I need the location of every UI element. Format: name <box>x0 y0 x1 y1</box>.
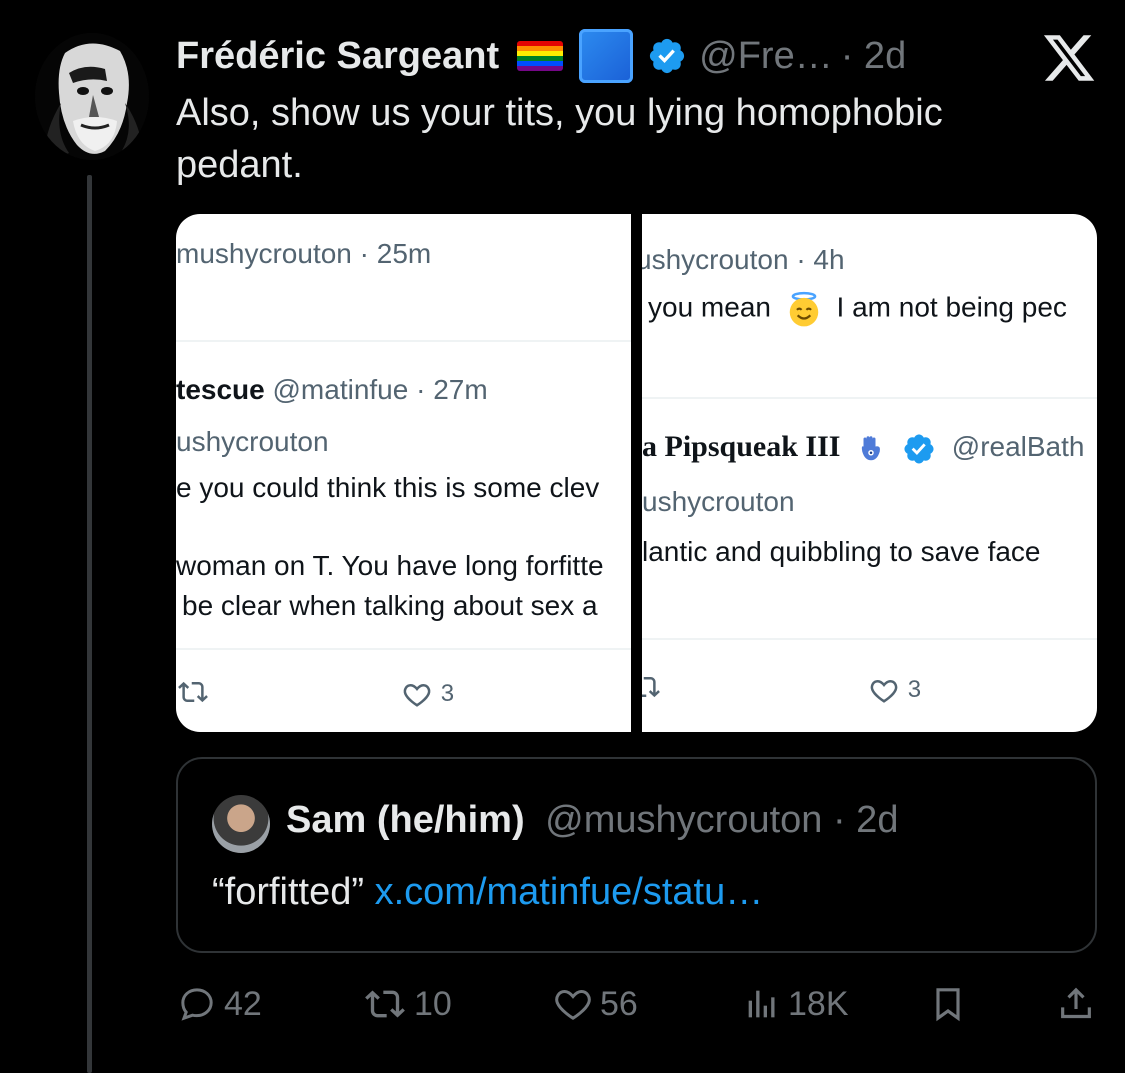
retweet-icon <box>178 681 208 703</box>
screenshot-right: ushycrouton · 4h you mean I am not being… <box>642 214 1097 732</box>
image-divider <box>631 214 642 732</box>
screenshot-left: mushycrouton · 25m tescue @matinfue · 27… <box>176 214 631 732</box>
repost-count: 10 <box>414 984 452 1023</box>
x-logo-icon[interactable] <box>1040 30 1098 86</box>
hamsa-emoji-icon <box>862 435 881 460</box>
share-icon <box>1061 987 1091 1019</box>
divider <box>642 397 1097 399</box>
divider <box>176 648 631 650</box>
author-handle[interactable]: @Fre… <box>699 35 833 78</box>
heart-icon <box>403 683 431 707</box>
quoted-author-handle[interactable]: @mushycrouton · 2d <box>545 799 898 841</box>
tweet-text: Also, show us your tits, you lying homop… <box>176 92 943 186</box>
left-line-2: woman on T. You have long forfitte <box>176 550 604 581</box>
like-button[interactable]: 56 <box>552 980 638 1028</box>
left-reply-to: ushycrouton <box>176 426 329 457</box>
left-reply-header: tescue @matinfue · 27m <box>176 374 488 405</box>
right-top-meta: ushycrouton · 4h <box>642 244 845 275</box>
right-reply-to: ushycrouton <box>642 486 795 517</box>
quoted-author-avatar[interactable] <box>212 795 270 853</box>
repost-icon <box>365 990 405 1018</box>
author-avatar[interactable] <box>35 33 149 160</box>
quoted-tweet[interactable]: Sam (he/him) @mushycrouton · 2d “forfitt… <box>176 757 1097 953</box>
portrait-image <box>35 33 149 160</box>
divider <box>642 638 1097 640</box>
right-like: 3 <box>868 672 921 705</box>
left-like: 3 <box>401 676 454 709</box>
verified-badge-icon[interactable] <box>647 36 687 76</box>
right-line-1: lantic and quibbling to save face <box>642 536 1041 567</box>
bookmark-button[interactable] <box>928 980 968 1028</box>
like-count: 56 <box>600 984 638 1023</box>
tweet-time[interactable]: · 2d <box>841 35 906 78</box>
author-name[interactable]: Frédéric Sargeant <box>176 35 499 78</box>
repost-button[interactable]: 10 <box>362 980 452 1028</box>
reply-count: 42 <box>224 984 262 1023</box>
verified-badge-icon <box>904 434 934 464</box>
quoted-tweet-link[interactable]: x.com/matinfue/statu… <box>375 871 764 913</box>
left-top-meta: mushycrouton · 25m <box>176 238 432 269</box>
quoted-author-name[interactable]: Sam (he/him) <box>286 799 525 841</box>
quoted-tweet-header: Sam (he/him) @mushycrouton · 2d <box>286 799 898 842</box>
heart-icon <box>870 679 898 703</box>
tweet-header: Frédéric Sargeant @Fre… · 2d <box>176 29 906 83</box>
thread-line <box>87 175 92 1073</box>
blue-square-icon <box>579 29 634 83</box>
share-button[interactable] <box>1056 980 1096 1028</box>
right-line-top: you mean I am not being pec <box>648 290 1067 328</box>
reply-icon <box>181 988 213 1021</box>
heart-icon <box>555 989 591 1020</box>
bookmark-icon <box>936 988 960 1022</box>
retweet-icon <box>642 677 660 698</box>
media-image[interactable]: mushycrouton · 25m tescue @matinfue · 27… <box>176 214 1097 732</box>
view-count: 18K <box>788 984 849 1023</box>
rainbow-flag-icon <box>517 41 564 71</box>
analytics-icon <box>748 990 775 1018</box>
quoted-tweet-text: “forfitted” x.com/matinfue/statu… <box>212 871 764 913</box>
reply-button[interactable]: 42 <box>176 980 262 1028</box>
right-reply-header: a Pipsqueak III @realBath <box>642 430 1084 466</box>
views-button[interactable]: 18K <box>742 980 849 1028</box>
left-line-3: be clear when talking about sex a <box>182 590 598 621</box>
divider <box>176 340 631 342</box>
left-line-1: e you could think this is some clev <box>176 472 600 503</box>
smiling-halo-emoji-icon <box>789 291 818 327</box>
